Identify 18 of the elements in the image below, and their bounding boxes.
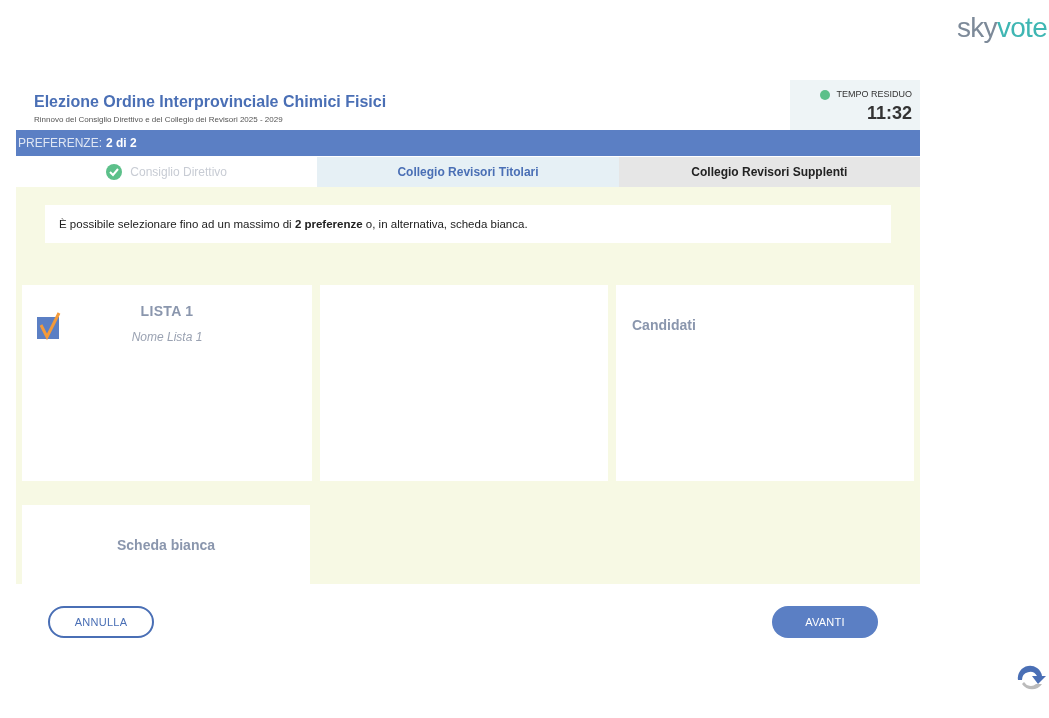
preferences-label: PREFERENZE: — [18, 135, 102, 152]
timer-value: 11:32 — [866, 101, 912, 124]
list-name: Nome Lista 1 — [131, 329, 203, 346]
election-title: Elezione Ordine Interprovinciale Chimici Fisici — [34, 92, 388, 112]
election-subtitle: Rinnovo del Consiglio Direttivo e del Collegio dei Revisori 2025 - 2029 — [34, 114, 284, 126]
list-checkbox[interactable] — [36, 311, 62, 341]
timer-label: TEMPO RESIDUO — [836, 88, 912, 101]
list-title: LISTA 1 — [140, 302, 194, 321]
check-circle-icon — [106, 164, 123, 180]
blank-ballot-card[interactable]: Scheda bianca — [22, 505, 310, 585]
skyvote-logo: skyvote — [956, 14, 1047, 42]
candidates-title: Candidati — [632, 316, 697, 335]
cancel-button[interactable]: ANNULLA — [48, 606, 154, 638]
section-tab[interactable]: Collegio Revisori Titolari — [317, 157, 619, 187]
instruction-text: È possibile selezionare fino ad un massimo di 2 preferenze o, in alternativa, scheda bianca. — [45, 205, 891, 243]
preferences-count: 2 di 2 — [106, 135, 137, 152]
section-tab[interactable]: Collegio Revisori Supplenti — [618, 157, 920, 187]
next-button[interactable]: AVANTI — [772, 606, 878, 638]
